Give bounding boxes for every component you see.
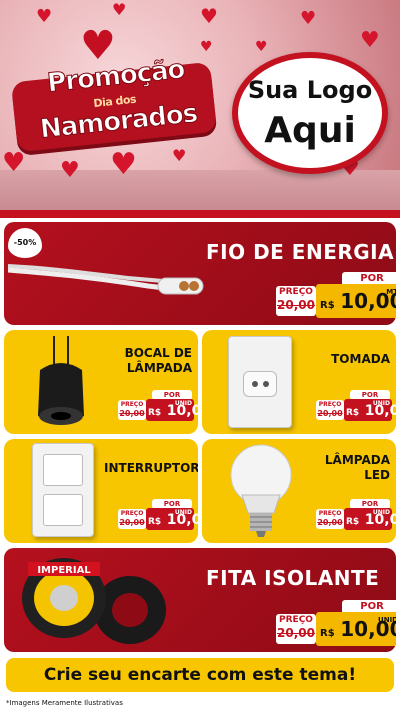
old-price-label: PREÇO	[279, 615, 313, 625]
old-price-label: PREÇO	[279, 287, 313, 297]
logo-text-line2: Aqui	[264, 110, 356, 151]
switch-key	[43, 454, 83, 486]
heart-icon: ♥	[300, 8, 317, 29]
price-tag: POR PREÇO 20,00 R$ 10,00 UNID	[118, 499, 198, 531]
logo-placeholder: Sua Logo Aqui	[232, 52, 388, 174]
new-price: R$ 10,00 UNID	[146, 508, 198, 530]
old-price-value: 20,00	[119, 409, 145, 418]
heart-icon: ♥	[60, 158, 80, 183]
old-price-label: PREÇO	[318, 401, 342, 408]
product-card-tomada: TOMADA POR PREÇO 20,00 R$ 10,00 UNID	[202, 330, 396, 434]
price-tag: POR PREÇO 20,00 R$ 10,00 UNID	[118, 390, 198, 422]
heart-icon: ♥	[200, 4, 218, 28]
switch-key	[43, 494, 83, 526]
old-price: PREÇO 20,00	[118, 400, 146, 420]
product-name: TOMADA	[331, 352, 390, 366]
price-unit: MT	[386, 288, 396, 296]
old-price: PREÇO 20,00	[316, 509, 344, 529]
heart-icon: ♥	[255, 39, 268, 55]
product-name: INTERRUPTOR	[104, 461, 198, 475]
currency-symbol: R$	[346, 517, 360, 527]
cta-banner[interactable]: Crie seu encarte com este tema!	[6, 658, 394, 692]
price-tag: POR PREÇO 20,00 R$ 10,00 UNID	[316, 390, 396, 422]
price-unit: UNID	[372, 509, 390, 516]
header-divider	[0, 210, 400, 218]
heart-icon: ♥	[112, 0, 127, 19]
tape-brand-label: IMPERIAL	[37, 565, 91, 576]
new-price: R$ 10,00 UNID	[344, 399, 396, 421]
heart-icon: ♥	[36, 6, 53, 27]
electric-wire-icon	[8, 264, 204, 295]
new-price: R$ 10,00 UNID	[146, 399, 198, 421]
product-card-bocal-de-lampada: BOCAL DE LÂMPADA POR PREÇO 20,00 R$ 10,0…	[4, 330, 198, 434]
price-unit: UNID	[378, 616, 396, 624]
product-name: FITA ISOLANTE	[206, 566, 380, 590]
old-price: PREÇO 20,00	[316, 400, 344, 420]
heart-icon: ♥	[360, 28, 380, 53]
new-price: R$ 10,00 MT	[316, 284, 396, 318]
light-switch-icon	[32, 443, 94, 537]
price-tag: POR PREÇO 20,00 R$ 10,00 UNID	[316, 499, 396, 531]
old-price: PREÇO 20,00	[276, 286, 316, 316]
price-unit: UNID	[174, 509, 192, 516]
price-tag: POR PREÇO 20,00 R$ 10,00 UNID	[276, 600, 396, 646]
new-price: R$ 10,00 UNID	[316, 612, 396, 646]
old-price-label: PREÇO	[120, 510, 144, 517]
currency-symbol: R$	[148, 517, 162, 527]
lamp-socket-icon	[38, 336, 84, 425]
product-name: LÂMPADA LED	[324, 453, 390, 482]
product-card-fita-isolante: IMPERIAL FITA ISOLANTE POR PREÇO 20,00 R…	[4, 548, 396, 652]
currency-symbol: R$	[148, 408, 162, 418]
old-price-value: 20,00	[277, 626, 315, 640]
footnote: *Imagens Meramente Ilustrativas	[6, 699, 123, 707]
outlet-socket	[243, 371, 277, 397]
old-price-value: 20,00	[277, 298, 315, 312]
led-bulb-icon	[230, 444, 292, 537]
old-price: PREÇO 20,00	[118, 509, 146, 529]
product-card-lampada-led: LÂMPADA LED POR PREÇO 20,00 R$ 10,00 UNI…	[202, 439, 396, 543]
old-price-value: 20,00	[317, 409, 343, 418]
currency-symbol: R$	[320, 300, 335, 311]
heart-icon: ♥	[110, 147, 137, 182]
product-name: FIO DE ENERGIA	[206, 240, 395, 264]
product-card-fio-de-energia: -50% FIO DE ENERGIA POR PREÇO 20,00 R$ 1…	[4, 222, 396, 325]
price-unit: UNID	[174, 400, 192, 407]
price-unit: UNID	[372, 400, 390, 407]
promo-badge: Promoção Dia dos Namorados	[10, 52, 218, 162]
old-price-value: 20,00	[317, 518, 343, 527]
old-price-value: 20,00	[119, 518, 145, 527]
currency-symbol: R$	[320, 628, 335, 639]
product-card-interruptor: INTERRUPTOR POR PREÇO 20,00 R$ 10,00 UNI…	[4, 439, 198, 543]
logo-text-line1: Sua Logo	[247, 76, 373, 104]
heart-icon: ♥	[80, 23, 116, 69]
heart-icon: ♥	[172, 146, 187, 165]
currency-symbol: R$	[346, 408, 360, 418]
new-price: R$ 10,00 UNID	[344, 508, 396, 530]
insulating-tape-icon: IMPERIAL	[22, 558, 166, 644]
old-price: PREÇO 20,00	[276, 614, 316, 644]
promo-header: ♥ ♥ ♥ ♥ ♥ ♥ ♥ ♥ ♥ ♥ ♥ ♥ ♥ Promoção Dia d…	[0, 0, 400, 210]
product-name: BOCAL DE LÂMPADA	[124, 346, 192, 375]
power-outlet-icon	[228, 336, 292, 428]
price-tag: POR PREÇO 20,00 R$ 10,00 MT	[276, 272, 396, 318]
old-price-label: PREÇO	[120, 401, 144, 408]
flyer-page: ♥ ♥ ♥ ♥ ♥ ♥ ♥ ♥ ♥ ♥ ♥ ♥ ♥ Promoção Dia d…	[0, 0, 400, 711]
old-price-label: PREÇO	[318, 510, 342, 517]
